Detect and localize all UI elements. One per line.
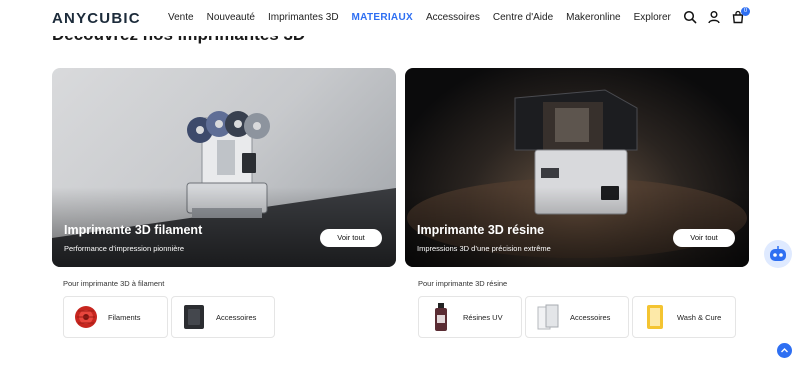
account-icon[interactable] xyxy=(707,10,721,24)
nav-centre-aide[interactable]: Centre d'Aide xyxy=(493,12,553,23)
scroll-to-top-icon[interactable] xyxy=(777,343,792,358)
resin-category-label: Pour imprimante 3D résine xyxy=(418,279,508,288)
resin-accessory-icon xyxy=(536,303,560,331)
nav-nouveaute[interactable]: Nouveauté xyxy=(207,12,255,23)
card-subtitle: Performance d’impression pionnière xyxy=(64,244,185,253)
nav-imprimantes-3d[interactable]: Imprimantes 3D xyxy=(268,12,339,23)
nav-makeronline[interactable]: Makeronline xyxy=(566,12,620,23)
category-tile-accessoires-resine[interactable]: Accessoires xyxy=(525,296,629,338)
search-icon[interactable] xyxy=(683,10,697,24)
filament-printer-card[interactable]: Imprimante 3D filament Performance d’imp… xyxy=(52,68,396,267)
category-tile-filaments[interactable]: Filaments xyxy=(63,296,168,338)
main-nav: Vente Nouveauté Imprimantes 3D MATERIAUX… xyxy=(168,12,684,23)
nav-explorer[interactable]: Explorer xyxy=(634,12,671,23)
nav-vente[interactable]: Vente xyxy=(168,12,194,23)
card-title: Imprimante 3D résine xyxy=(417,223,545,237)
card-title: Imprimante 3D filament xyxy=(64,223,203,237)
resin-printer-card[interactable]: Imprimante 3D résine Impressions 3D d’un… xyxy=(405,68,749,267)
nav-materiaux[interactable]: MATERIAUX xyxy=(352,12,413,23)
cart-count-badge: 0 xyxy=(741,7,750,16)
accessory-icon xyxy=(182,303,206,331)
category-label: Wash & Cure xyxy=(677,312,722,322)
header-actions: 0 xyxy=(683,7,750,24)
card-subtitle: Impressions 3D d’une précision extrême xyxy=(417,244,551,253)
cart-icon[interactable]: 0 xyxy=(731,7,750,24)
category-label: Filaments xyxy=(108,312,141,322)
category-label: Accessoires xyxy=(570,312,611,322)
filament-category-label: Pour imprimante 3D à filament xyxy=(63,279,165,288)
anycubic-logo[interactable]: ANYCUBIC xyxy=(52,10,141,27)
category-label: Résines UV xyxy=(463,312,503,322)
category-tile-resines-uv[interactable]: Résines UV xyxy=(418,296,522,338)
wash-cure-icon xyxy=(643,303,667,331)
filament-spool-icon xyxy=(74,303,98,331)
category-tile-wash-cure[interactable]: Wash & Cure xyxy=(632,296,736,338)
category-tile-accessoires-filament[interactable]: Accessoires xyxy=(171,296,275,338)
nav-accessoires[interactable]: Accessoires xyxy=(426,12,480,23)
chatbot-icon[interactable] xyxy=(764,240,792,268)
category-label: Accessoires xyxy=(216,312,257,322)
voir-tout-button[interactable]: Voir tout xyxy=(320,229,382,247)
site-header: ANYCUBIC Vente Nouveauté Imprimantes 3D … xyxy=(0,0,800,36)
resin-bottle-icon xyxy=(429,303,453,331)
voir-tout-button[interactable]: Voir tout xyxy=(673,229,735,247)
